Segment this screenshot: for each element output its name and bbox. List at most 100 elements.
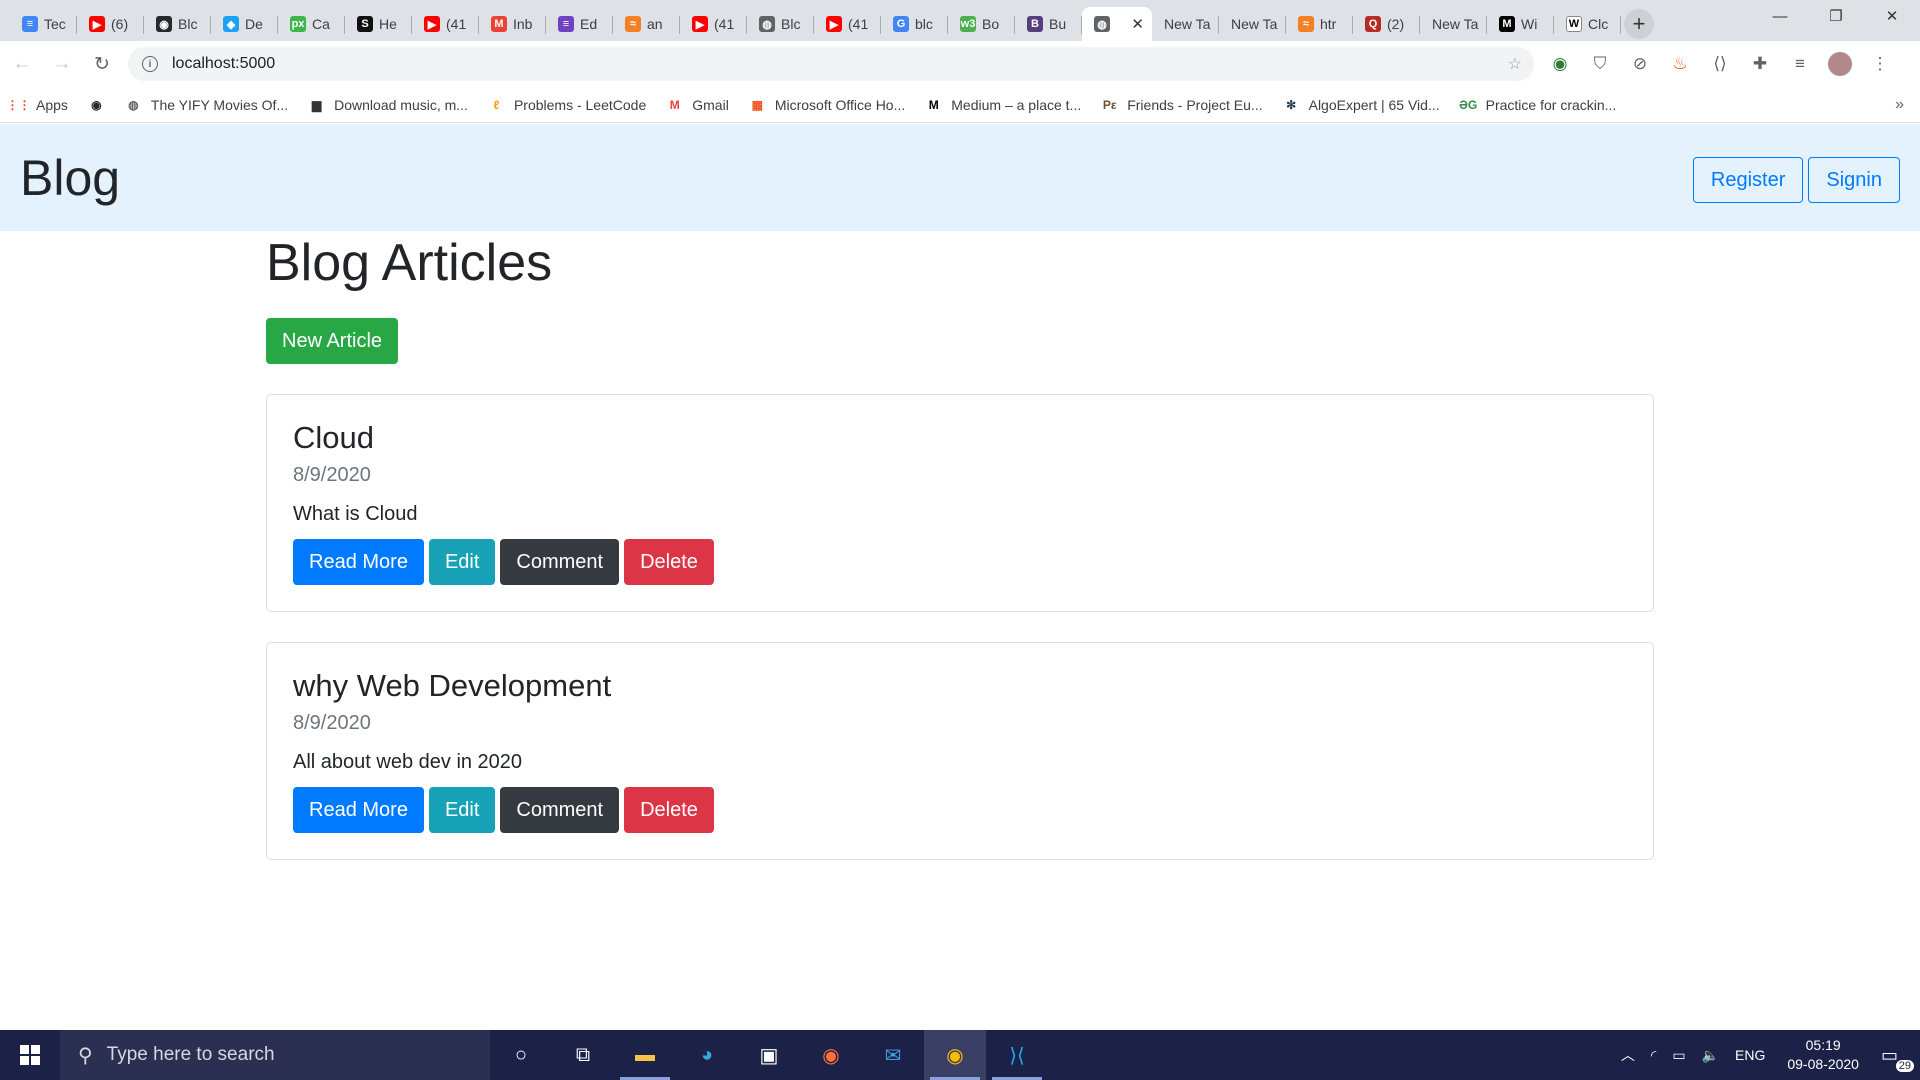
bookmark-item[interactable]: ◉ (88, 96, 105, 113)
back-button[interactable]: ← (4, 46, 40, 82)
bookmark-item[interactable]: ▦ Microsoft Office Ho... (749, 96, 906, 113)
site-brand[interactable]: Blog (20, 149, 120, 207)
browser-tab[interactable]: w3 Bo (948, 7, 1015, 41)
bookmarks-bar: ⋮⋮ Apps ◉ ◍ The YIFY Movies Of... ▆ Download m… (0, 87, 1920, 123)
show-hidden-icons-icon[interactable]: ︿ (1613, 1045, 1643, 1065)
clock-date: 09-08-2020 (1787, 1056, 1859, 1072)
reload-icon: ↻ (94, 53, 110, 75)
quora-icon: Q (1365, 16, 1381, 32)
browser-tab[interactable]: ◍ Blc (747, 7, 814, 41)
browser-tab[interactable]: M Wi (1487, 7, 1554, 41)
bookmark-item[interactable]: Pε Friends - Project Eu... (1101, 96, 1263, 113)
youtube-icon: ▶ (692, 16, 708, 32)
browser-tab[interactable]: ≡ Ed (546, 7, 613, 41)
vscode-icon[interactable]: ⟩⟨ (986, 1030, 1048, 1080)
browser-tab[interactable]: W Clc (1554, 7, 1621, 41)
browser-tab[interactable]: ▶ (6) (77, 7, 144, 41)
browser-tab[interactable]: px Ca (278, 7, 345, 41)
extension-flame-icon[interactable]: ♨ (1660, 46, 1700, 82)
new-article-button[interactable]: New Article (266, 318, 399, 364)
delete-button[interactable]: Delete (624, 787, 714, 833)
info-icon[interactable]: i (142, 56, 158, 72)
s-logo-icon: S (357, 16, 373, 32)
battery-icon[interactable]: ▭ (1664, 1047, 1693, 1064)
bookmark-star-icon[interactable]: ☆ (1508, 54, 1522, 74)
browser-tab[interactable]: ≡ Tec (10, 7, 77, 41)
px-icon: px (290, 16, 306, 32)
clock[interactable]: 05:19 09-08-2020 (1773, 1036, 1873, 1074)
gmail-icon: M (491, 16, 507, 32)
edit-button[interactable]: Edit (428, 539, 496, 585)
extensions-puzzle-icon[interactable]: ✚ (1740, 46, 1780, 82)
comment-button[interactable]: Comment (500, 539, 620, 585)
bookmark-item[interactable]: ℓ Problems - LeetCode (488, 96, 647, 113)
read-more-button[interactable]: Read More (293, 539, 424, 585)
url-text[interactable]: localhost:5000 (172, 55, 275, 73)
file-explorer-icon[interactable]: ▬ (614, 1030, 676, 1080)
browser-tab[interactable]: ▶ (41 (680, 7, 747, 41)
reading-list-icon[interactable]: ≡ (1780, 46, 1820, 82)
browser-tab[interactable]: ◆ De (211, 7, 278, 41)
new-tab-button[interactable]: + (1621, 7, 1657, 41)
close-tab-icon[interactable]: ✕ (1131, 15, 1144, 33)
bookmark-item[interactable]: M Gmail (666, 96, 729, 113)
forward-button[interactable]: → (44, 46, 80, 82)
cortana-icon[interactable]: ○ (490, 1030, 552, 1080)
taskbar-search[interactable]: ⚲ Type here to search (60, 1030, 490, 1080)
more-bookmarks-icon[interactable]: » (1895, 96, 1904, 114)
tab-title: (6) (111, 16, 129, 32)
bookmark-item[interactable]: ✻ AlgoExpert | 65 Vid... (1283, 96, 1440, 113)
profile-avatar[interactable] (1820, 46, 1860, 82)
browser-tab[interactable]: B Bu (1015, 7, 1082, 41)
extension-globe-icon[interactable]: ◉ (1540, 46, 1580, 82)
read-more-button[interactable]: Read More (293, 787, 424, 833)
browser-tab[interactable]: ◉ Blc (144, 7, 211, 41)
start-button[interactable] (0, 1030, 60, 1080)
browser-tab[interactable]: ≈ htr (1286, 7, 1353, 41)
task-view-icon[interactable]: ⧉ (552, 1030, 614, 1080)
chrome-icon[interactable]: ◉ (924, 1030, 986, 1080)
address-bar[interactable]: i localhost:5000 ☆ (128, 47, 1534, 81)
bookmark-item[interactable]: ◍ The YIFY Movies Of... (125, 96, 288, 113)
browser-tab[interactable]: New Ta (1152, 7, 1219, 41)
comment-button[interactable]: Comment (500, 787, 620, 833)
delete-button[interactable]: Delete (624, 539, 714, 585)
mail-icon[interactable]: ✉ (862, 1030, 924, 1080)
browser-tab[interactable]: Q (2) (1353, 7, 1420, 41)
tab-active[interactable]: ◍ ✕ (1082, 7, 1152, 41)
signin-button[interactable]: Signin (1808, 157, 1900, 203)
edit-button[interactable]: Edit (428, 787, 496, 833)
browser-tab[interactable]: Gblc (881, 7, 948, 41)
extension-shield-icon[interactable]: ⛉ (1580, 46, 1620, 82)
store-icon[interactable]: ▣ (738, 1030, 800, 1080)
wifi-icon[interactable]: ◜ (1643, 1047, 1664, 1064)
browser-tab[interactable]: S He (345, 7, 412, 41)
bookmark-item[interactable]: ▆ Download music, m... (308, 96, 468, 113)
minimize-button[interactable]: — (1752, 0, 1808, 32)
browser-tab[interactable]: ≈ an (613, 7, 680, 41)
browser-tab[interactable]: ▶ (41 (412, 7, 479, 41)
extension-compass-icon[interactable]: ⊘ (1620, 46, 1660, 82)
browser-tab[interactable]: ▶ (41 (814, 7, 881, 41)
browser-tab[interactable]: M Inb (479, 7, 546, 41)
firefox-icon[interactable]: ◉ (800, 1030, 862, 1080)
bookmark-item[interactable]: M Medium – a place t... (925, 96, 1081, 113)
extension-code-icon[interactable]: ⟨⟩ (1700, 46, 1740, 82)
browser-tab[interactable]: New Ta (1420, 7, 1487, 41)
close-window-button[interactable]: ✕ (1864, 0, 1920, 32)
bookmark-label: AlgoExpert | 65 Vid... (1308, 96, 1440, 113)
tab-title: (41 (848, 16, 869, 32)
notifications-icon[interactable]: ▭ 29 (1873, 1045, 1920, 1072)
article-description: What is Cloud (293, 503, 418, 525)
bookmark-item[interactable]: ƏG Practice for crackin... (1459, 96, 1616, 113)
register-button[interactable]: Register (1692, 157, 1804, 203)
browser-menu-icon[interactable]: ⋮ (1860, 46, 1900, 82)
browser-tab[interactable]: New Ta (1219, 7, 1286, 41)
reload-button[interactable]: ↻ (84, 46, 120, 82)
volume-icon[interactable]: 🔈 (1694, 1047, 1727, 1064)
clock-time: 05:19 (1805, 1037, 1841, 1053)
bookmark-item[interactable]: ⋮⋮ Apps (7, 96, 68, 113)
edge-icon[interactable]: ◕ (676, 1030, 738, 1080)
language-indicator[interactable]: ENG (1727, 1047, 1773, 1063)
restore-button[interactable]: ❐ (1808, 0, 1864, 32)
